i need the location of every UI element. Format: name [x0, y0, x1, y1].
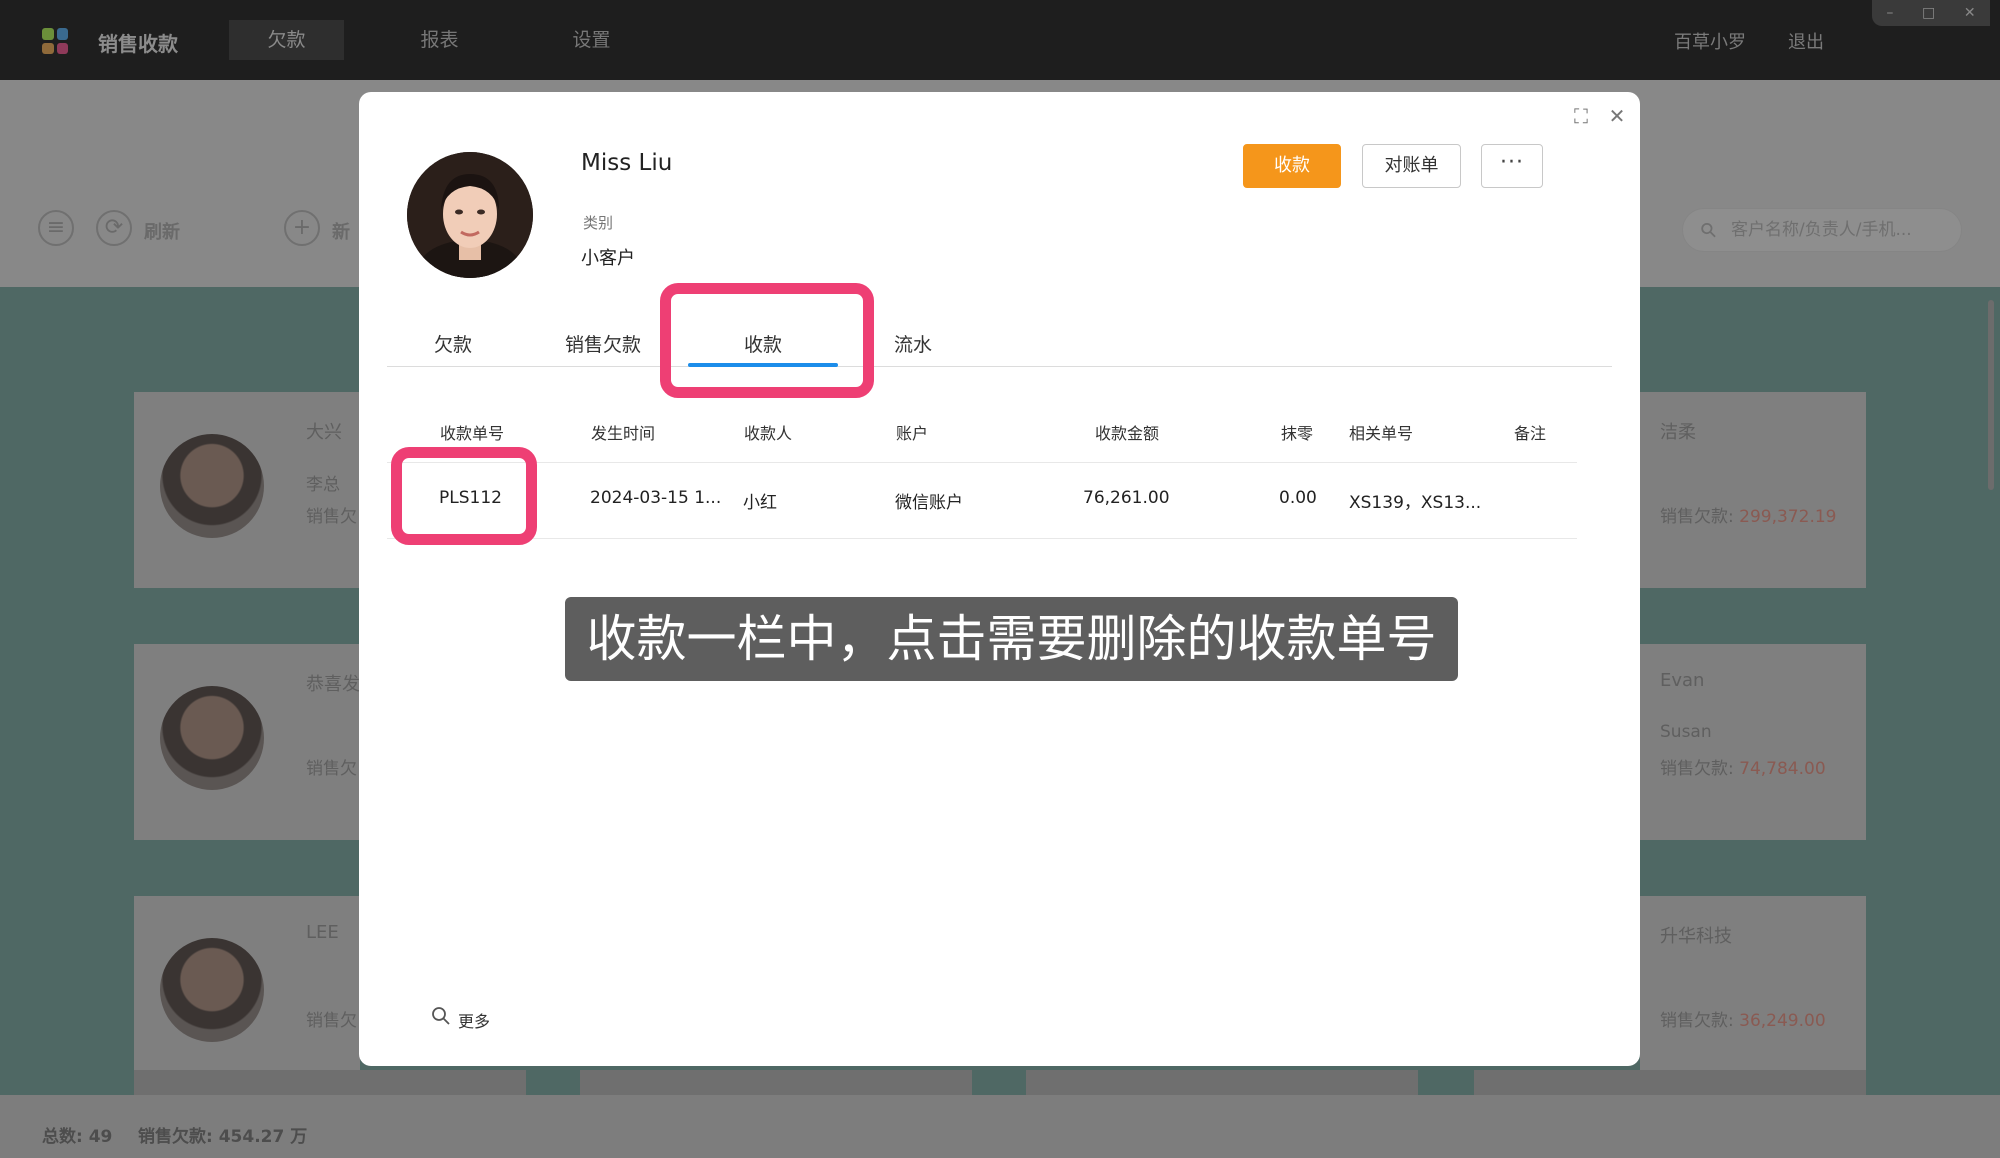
cell-amount: 76,261.00 [1083, 488, 1170, 508]
column-header: 备注 [1514, 424, 1547, 443]
card-edge [134, 1070, 526, 1095]
column-header: 收款金额 [1095, 424, 1160, 443]
customer-card[interactable]: Evan Susan 销售欠款: 74,784.00 [1640, 644, 1866, 840]
add-icon[interactable]: + [284, 210, 320, 246]
refresh-icon[interactable]: ⟳ [96, 210, 132, 246]
instruction-caption: 收款一栏中，点击需要删除的收款单号 [565, 597, 1458, 681]
cell-payee: 小红 [743, 493, 777, 513]
app-logo-icon [42, 28, 68, 54]
card-edge [1026, 1070, 1418, 1095]
cell-time: 2024-03-15 1... [590, 488, 722, 508]
cell-account: 微信账户 [895, 493, 963, 513]
category-value: 小客户 [581, 248, 635, 269]
more-options-button[interactable]: ··· [1481, 144, 1543, 188]
fullscreen-icon[interactable]: ⛶ [1569, 104, 1593, 128]
new-label[interactable]: 新 [332, 218, 350, 244]
cell-related-orders: XS139，XS13... [1349, 493, 1482, 513]
minimize-icon[interactable]: – [1886, 5, 1893, 21]
row-divider [387, 462, 1577, 463]
nav-tab-debt[interactable]: 欠款 [229, 20, 344, 60]
column-header: 抹零 [1281, 424, 1314, 443]
close-icon[interactable]: ✕ [1605, 104, 1629, 128]
column-header: 账户 [896, 424, 929, 443]
avatar [160, 938, 264, 1042]
tab-debt[interactable]: 欠款 [378, 330, 528, 357]
card-edge [1474, 1070, 1866, 1095]
window-controls: – □ ✕ [1872, 0, 1990, 26]
search-icon[interactable] [431, 1006, 451, 1026]
card-edge [580, 1070, 972, 1095]
total-sales-debt: 销售欠款: 454.27 万 [138, 1127, 308, 1147]
highlight-payments-tab [660, 283, 874, 398]
highlight-payment-number [391, 447, 537, 545]
close-window-icon[interactable]: ✕ [1964, 5, 1976, 21]
column-header: 相关单号 [1349, 424, 1414, 443]
avatar [160, 434, 264, 538]
tab-sales-debt[interactable]: 销售欠款 [528, 330, 678, 357]
column-header: 收款人 [744, 424, 793, 443]
customer-card[interactable]: 洁柔 销售欠款: 299,372.19 [1640, 392, 1866, 588]
statement-button[interactable]: 对账单 [1362, 144, 1461, 188]
tabs-divider [387, 366, 1612, 367]
category-label: 类别 [583, 214, 614, 232]
user-name[interactable]: 百草小罗 [1674, 28, 1746, 54]
row-divider [387, 538, 1577, 539]
scrollbar[interactable] [1988, 300, 1994, 490]
avatar [160, 686, 264, 790]
nav-tab-report[interactable]: 报表 [382, 20, 497, 60]
app-title: 销售收款 [98, 32, 178, 56]
app-topbar: 销售收款 欠款 报表 设置 百草小罗 退出 – □ ✕ [0, 0, 2000, 80]
nav-tab-settings[interactable]: 设置 [534, 20, 649, 60]
avatar [407, 152, 533, 278]
column-header: 收款单号 [440, 424, 505, 443]
total-count: 总数: 49 [42, 1127, 113, 1147]
customer-card[interactable]: 恭喜发 销售欠 [134, 644, 360, 840]
menu-icon[interactable]: ≡ [38, 210, 74, 246]
more-link[interactable]: 更多 [458, 1008, 490, 1032]
maximize-icon[interactable]: □ [1922, 5, 1935, 21]
column-header: 发生时间 [591, 424, 656, 443]
customer-name: Miss Liu [581, 150, 673, 176]
customer-card[interactable]: LEE 销售欠 [134, 896, 360, 1092]
cell-rounding: 0.00 [1279, 488, 1317, 508]
refresh-label[interactable]: 刷新 [144, 218, 180, 244]
customer-detail-dialog: ⛶ ✕ Miss Liu 类别 小客户 收款 对账单 ··· 欠款 销售欠款 收… [359, 92, 1640, 1066]
collect-payment-button[interactable]: 收款 [1243, 144, 1341, 188]
customer-card[interactable]: 升华科技 销售欠款: 36,249.00 [1640, 896, 1866, 1092]
customer-card[interactable]: 大兴 李总 销售欠 [134, 392, 360, 588]
logout-link[interactable]: 退出 [1788, 28, 1824, 54]
search-input[interactable]: 客户名称/负责人/手机... [1682, 208, 1962, 252]
